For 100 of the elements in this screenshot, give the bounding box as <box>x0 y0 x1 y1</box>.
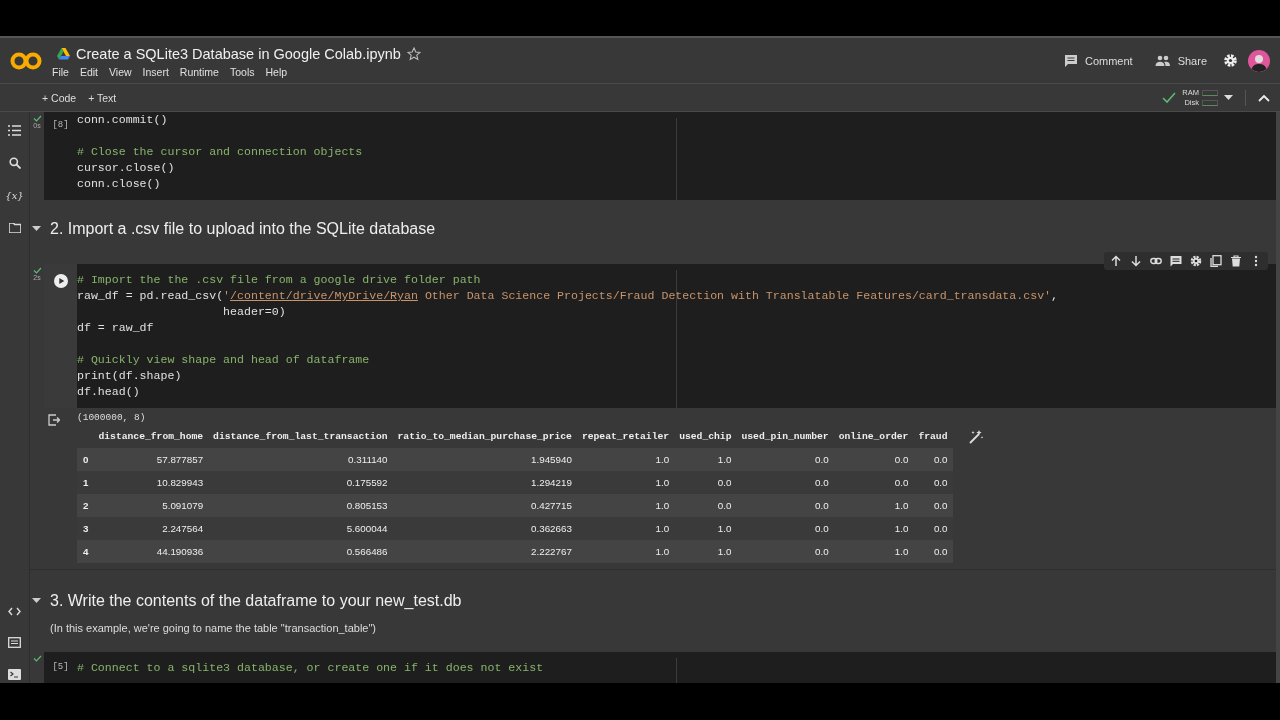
code-line: # Close the cursor and connection objects <box>77 144 364 160</box>
table-cell: 1.945940 <box>392 448 577 471</box>
collapse-caret-icon[interactable] <box>32 598 41 604</box>
table-cell: 0.0 <box>674 494 737 517</box>
column-header: fraud <box>913 427 953 448</box>
text-paragraph: (In this example, we're going to name the table "transaction_table") <box>49 622 378 636</box>
code-cell[interactable]: [8] conn.commit() # Close the cursor and connection objects cursor.close() conn.close() <box>44 112 1276 200</box>
add-cell-button[interactable]: + Code <box>38 89 81 106</box>
table-cell: 0.0 <box>913 448 953 471</box>
code-line: print(df.shape) <box>77 368 183 384</box>
delete-icon[interactable] <box>1230 255 1242 267</box>
check-icon <box>1162 91 1177 104</box>
row-index: 0 <box>77 448 94 471</box>
code-line: conn.close() <box>77 176 162 192</box>
collapse-icon[interactable] <box>1258 93 1270 102</box>
row-index: 4 <box>77 540 94 563</box>
table-cell: 1.0 <box>833 517 914 540</box>
table-cell: 0.362663 <box>392 517 577 540</box>
command-palette-icon[interactable] <box>8 637 21 648</box>
column-header: used_pin_number <box>736 427 834 448</box>
table-cell: 1.0 <box>576 540 675 563</box>
comment-icon <box>1063 54 1078 67</box>
code-line: header=0) <box>222 304 287 320</box>
add-cell-button[interactable]: + Text <box>84 89 121 106</box>
share-button[interactable]: Share <box>1148 50 1213 71</box>
menu-item[interactable]: File <box>52 65 69 78</box>
output-text: (1000000, 8) <box>77 412 147 423</box>
table-cell: 0.0 <box>736 494 834 517</box>
table-cell: 57.877857 <box>93 448 209 471</box>
scrollbar[interactable] <box>1276 112 1280 683</box>
table-cell: 0.0 <box>736 471 834 494</box>
table-cell: 1.0 <box>674 540 737 563</box>
link-icon[interactable] <box>1150 255 1162 267</box>
table-cell: 5.600044 <box>208 517 393 540</box>
notebook-title[interactable]: Create a SQLite3 Database in Google Colab.ipynb <box>76 45 401 62</box>
code-cell[interactable]: [5] # Connect to a sqlite3 database, or create one if it does not exist <box>44 652 1276 683</box>
row-index: 1 <box>77 471 94 494</box>
table-cell: 0.0 <box>736 540 834 563</box>
folder-icon[interactable] <box>8 223 21 233</box>
column-header: repeat_retailer <box>576 427 675 448</box>
section-heading: 2. Import a .csv file to upload into the SQLite database <box>50 220 436 238</box>
terminal-icon[interactable] <box>8 669 21 680</box>
table-cell: 0.427715 <box>392 494 577 517</box>
usage-bar <box>1202 99 1218 106</box>
avatar[interactable] <box>1248 49 1270 72</box>
collapse-caret-icon[interactable] <box>32 226 41 232</box>
execution-count: [8] <box>52 120 69 132</box>
variables-icon[interactable]: {x} <box>5 190 24 202</box>
code-line: # Quickly view shape and head of dataframe <box>77 352 371 368</box>
run-button[interactable] <box>53 274 68 288</box>
mirror-cell-icon[interactable] <box>1210 255 1222 267</box>
table-cell: 0.0 <box>674 471 737 494</box>
column-header: ratio_to_median_purchase_price <box>392 427 577 448</box>
table-cell: 0.0 <box>913 471 953 494</box>
code-line: raw_df = pd.read_csv('/content/drive/MyDrive/Ryan Other Data Science Projects/Fraud Detection with Translatable Features/card_transdata.csv', <box>77 288 1060 304</box>
column-header: online_order <box>833 427 914 448</box>
table-cell: 1.0 <box>576 448 675 471</box>
menu-item[interactable]: Tools <box>229 65 255 78</box>
magic-wand-icon[interactable] <box>968 430 983 444</box>
table-cell: 0.0 <box>913 517 953 540</box>
menu-item[interactable]: Edit <box>79 65 98 78</box>
code-cell[interactable] <box>44 264 1276 408</box>
code-line: conn.commit() <box>77 112 169 128</box>
table-cell: 0.0 <box>913 540 953 563</box>
table-cell: 0.175592 <box>208 471 393 494</box>
settings-icon[interactable] <box>1190 255 1202 267</box>
star-icon[interactable] <box>406 46 421 61</box>
table-cell: 1.0 <box>674 448 737 471</box>
table-of-contents-icon[interactable] <box>8 125 21 136</box>
code-line: df.head() <box>77 384 141 400</box>
search-icon[interactable] <box>8 157 21 169</box>
code-line: # Connect to a sqlite3 database, or create one if it does not exist <box>77 660 545 676</box>
table-cell: 0.805153 <box>208 494 393 517</box>
dropdown-caret-icon[interactable] <box>1224 94 1233 101</box>
code-line: cursor.close() <box>77 160 176 176</box>
menu-item[interactable]: View <box>109 65 132 78</box>
column-header: used_chip <box>674 427 737 448</box>
output-icon[interactable] <box>47 414 60 426</box>
settings-icon[interactable] <box>1223 53 1238 68</box>
comment-button[interactable]: Comment <box>1057 50 1139 71</box>
table-cell: 2.222767 <box>392 540 577 563</box>
column-header: distance_from_last_transaction <box>208 427 393 448</box>
table-cell: 44.190936 <box>93 540 209 563</box>
table-cell: 0.311140 <box>208 448 393 471</box>
move-down-icon[interactable] <box>1130 255 1142 267</box>
code-snippets-icon[interactable] <box>8 607 21 616</box>
menu-item[interactable]: Insert <box>142 65 169 78</box>
table-cell: 0.566486 <box>208 540 393 563</box>
code-line: # Import the the .csv file from a google drive folder path <box>77 272 482 288</box>
table-cell: 1.0 <box>833 540 914 563</box>
table-cell: 2.247564 <box>93 517 209 540</box>
table-cell: 0.0 <box>736 517 834 540</box>
menu-item[interactable]: Help <box>265 65 288 78</box>
move-up-icon[interactable] <box>1110 255 1122 267</box>
comment-icon[interactable] <box>1170 255 1182 267</box>
usage-bar <box>1202 89 1218 96</box>
section-heading: 3. Write the contents of the dataframe to your new_test.db <box>50 592 462 610</box>
row-index: 2 <box>77 494 94 517</box>
execution-count: [5] <box>52 662 69 674</box>
menu-item[interactable]: Runtime <box>179 65 219 78</box>
